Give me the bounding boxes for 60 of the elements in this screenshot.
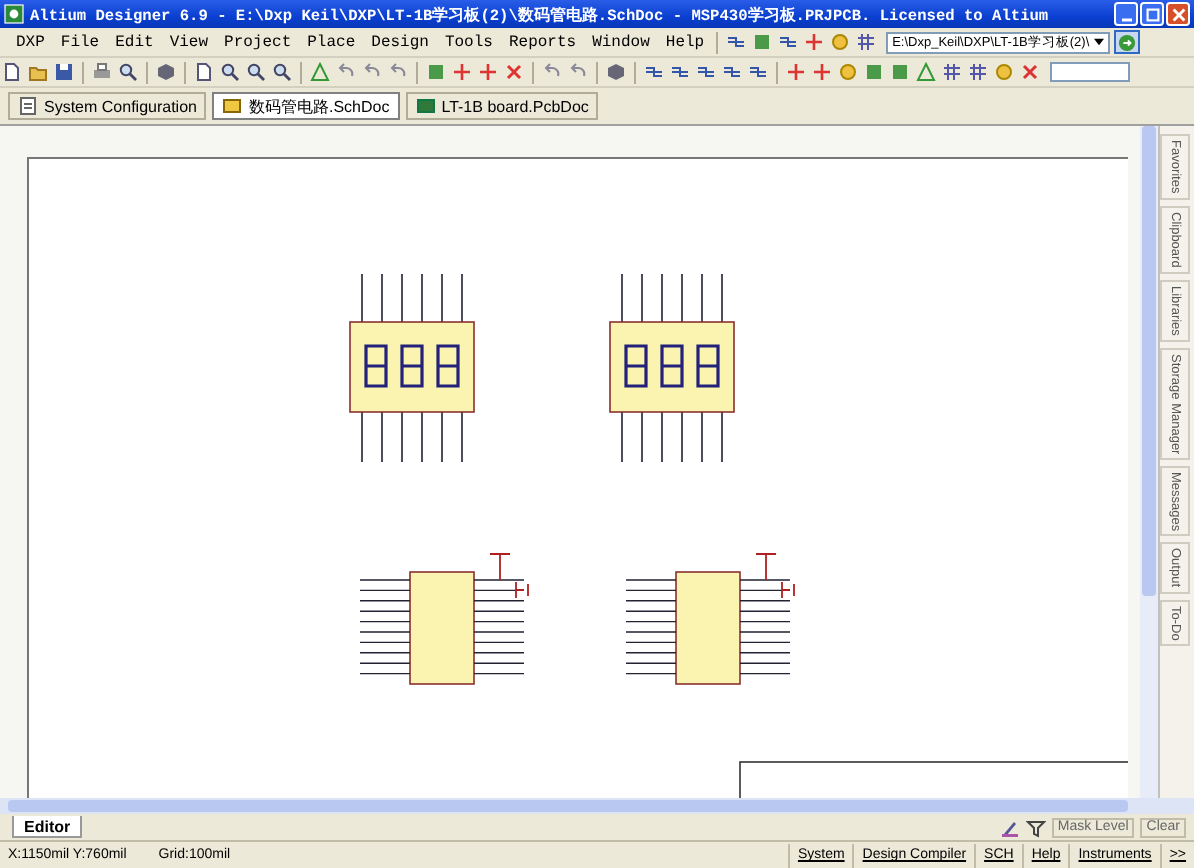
triangle-icon[interactable] [308, 60, 332, 84]
square-icon[interactable] [424, 60, 448, 84]
square-icon[interactable] [750, 30, 775, 54]
menu-item[interactable]: Project [216, 29, 300, 55]
grid-icon[interactable] [854, 30, 879, 54]
document-tab[interactable]: 数码管电路.SchDoc [212, 92, 400, 120]
close-button[interactable] [1166, 2, 1190, 26]
menu-item[interactable]: File [52, 29, 108, 55]
menu-item[interactable]: Place [299, 29, 364, 55]
circle-icon[interactable] [992, 60, 1016, 84]
caret-icon [1093, 38, 1104, 46]
minimize-button[interactable] [1114, 2, 1138, 26]
filter-icon [1025, 817, 1046, 837]
plus-icon[interactable] [810, 60, 834, 84]
square-icon[interactable] [888, 60, 912, 84]
square-icon[interactable] [862, 60, 886, 84]
input-field[interactable] [1050, 62, 1130, 82]
go-button[interactable] [1113, 30, 1140, 54]
magnifier-icon[interactable] [116, 60, 140, 84]
minimize-icon [1121, 17, 1131, 21]
plus-icon[interactable] [784, 60, 808, 84]
cross-icon[interactable] [502, 60, 526, 84]
schematic-icon [222, 96, 243, 116]
editor-tab[interactable]: Editor [12, 816, 83, 838]
arrow-icon [1117, 33, 1136, 51]
cross-icon[interactable] [1018, 60, 1042, 84]
menu-item[interactable]: DXP [8, 29, 53, 55]
triangle-icon[interactable] [914, 60, 938, 84]
grid-icon[interactable] [940, 60, 964, 84]
magnifier-icon[interactable] [244, 60, 268, 84]
app-icon [4, 4, 24, 24]
document-icon [18, 96, 38, 116]
maximize-button[interactable] [1140, 2, 1164, 26]
menu-item[interactable]: View [161, 29, 217, 55]
close-icon [1169, 5, 1187, 23]
menu-item[interactable]: Help [657, 29, 713, 55]
board-icon [415, 96, 436, 116]
menu-item[interactable]: Reports [500, 29, 585, 55]
menu-item[interactable]: Window [584, 29, 658, 55]
plus-icon[interactable] [802, 30, 827, 54]
horizontal-scrollbar[interactable] [0, 798, 1194, 814]
grid-icon[interactable] [966, 60, 990, 84]
vertical-scrollbar[interactable] [1140, 126, 1158, 798]
page-icon[interactable] [0, 60, 24, 84]
brush-icon [999, 817, 1020, 837]
magnifier-icon[interactable] [218, 60, 242, 84]
page-icon[interactable] [192, 60, 216, 84]
menu-item[interactable]: Edit [107, 29, 162, 55]
document-tab[interactable]: LT-1B board.PcbDoc [405, 92, 599, 120]
document-tab[interactable]: System Configuration [8, 92, 207, 120]
menu-item[interactable]: Design [363, 29, 437, 55]
maximize-icon [1143, 5, 1161, 23]
circle-icon[interactable] [828, 30, 853, 54]
plus-icon[interactable] [450, 60, 474, 84]
plus-icon[interactable] [476, 60, 500, 84]
circle-icon[interactable] [836, 60, 860, 84]
magnifier-icon[interactable] [270, 60, 294, 84]
menu-item[interactable]: Tools [436, 29, 501, 55]
printer-icon[interactable] [90, 60, 114, 84]
floppy-disk-icon[interactable] [52, 60, 76, 84]
